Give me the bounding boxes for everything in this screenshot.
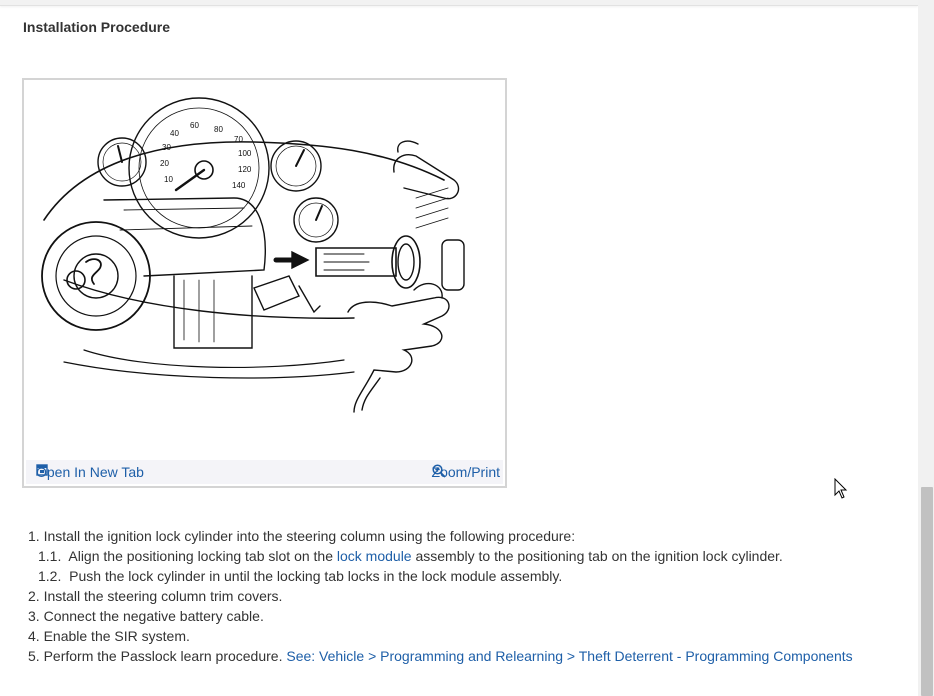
lock-module-link[interactable]: lock module	[337, 548, 412, 564]
gauge-label: 80	[214, 125, 223, 134]
list-item: 1.1. Align the positioning locking tab s…	[38, 548, 783, 564]
gauge-label: 140	[232, 181, 246, 190]
gauge-label: 70	[234, 135, 243, 144]
open-new-tab-icon	[36, 464, 48, 476]
vertical-scrollbar[interactable]	[918, 0, 934, 696]
scrollbar-thumb[interactable]	[921, 487, 933, 696]
list-item: 1. Install the ignition lock cylinder in…	[28, 528, 576, 544]
ignition-lock-illustration: 60 40 80 70 30 100 20 120 10 140	[41, 97, 465, 413]
passlock-programming-link[interactable]: See: Vehicle > Programming and Relearnin…	[286, 648, 852, 664]
gauge-label: 40	[170, 129, 179, 138]
gauge-label: 120	[238, 165, 252, 174]
gauge-label: 30	[162, 143, 171, 152]
zoom-in-icon	[431, 464, 446, 478]
open-in-new-tab-link[interactable]: Open In New Tab	[36, 464, 144, 480]
figure-toolbar: Open In New Tab Zoom/Print	[26, 460, 503, 484]
gauge-label: 10	[164, 175, 173, 184]
gauge-label: 100	[238, 149, 252, 158]
list-item: 1.2. Push the lock cylinder in until the…	[38, 568, 563, 584]
procedure-steps: 1. Install the ignition lock cylinder in…	[28, 526, 898, 666]
list-item: 4. Enable the SIR system.	[28, 628, 190, 644]
gauge-label: 60	[190, 121, 199, 130]
list-item: 5. Perform the Passlock learn procedure.…	[28, 648, 853, 664]
zoom-print-link[interactable]: Zoom/Print	[432, 464, 500, 480]
section-title: Installation Procedure	[23, 19, 171, 35]
illustration-figure: 60 40 80 70 30 100 20 120 10 140 Open In…	[22, 78, 507, 488]
list-item: 2. Install the steering column trim cove…	[28, 588, 283, 604]
top-toolbar-edge	[0, 0, 918, 6]
open-in-new-tab-label: Open In New Tab	[36, 464, 144, 480]
mouse-pointer-icon	[834, 478, 848, 499]
gauge-label: 20	[160, 159, 169, 168]
list-item: 3. Connect the negative battery cable.	[28, 608, 264, 624]
